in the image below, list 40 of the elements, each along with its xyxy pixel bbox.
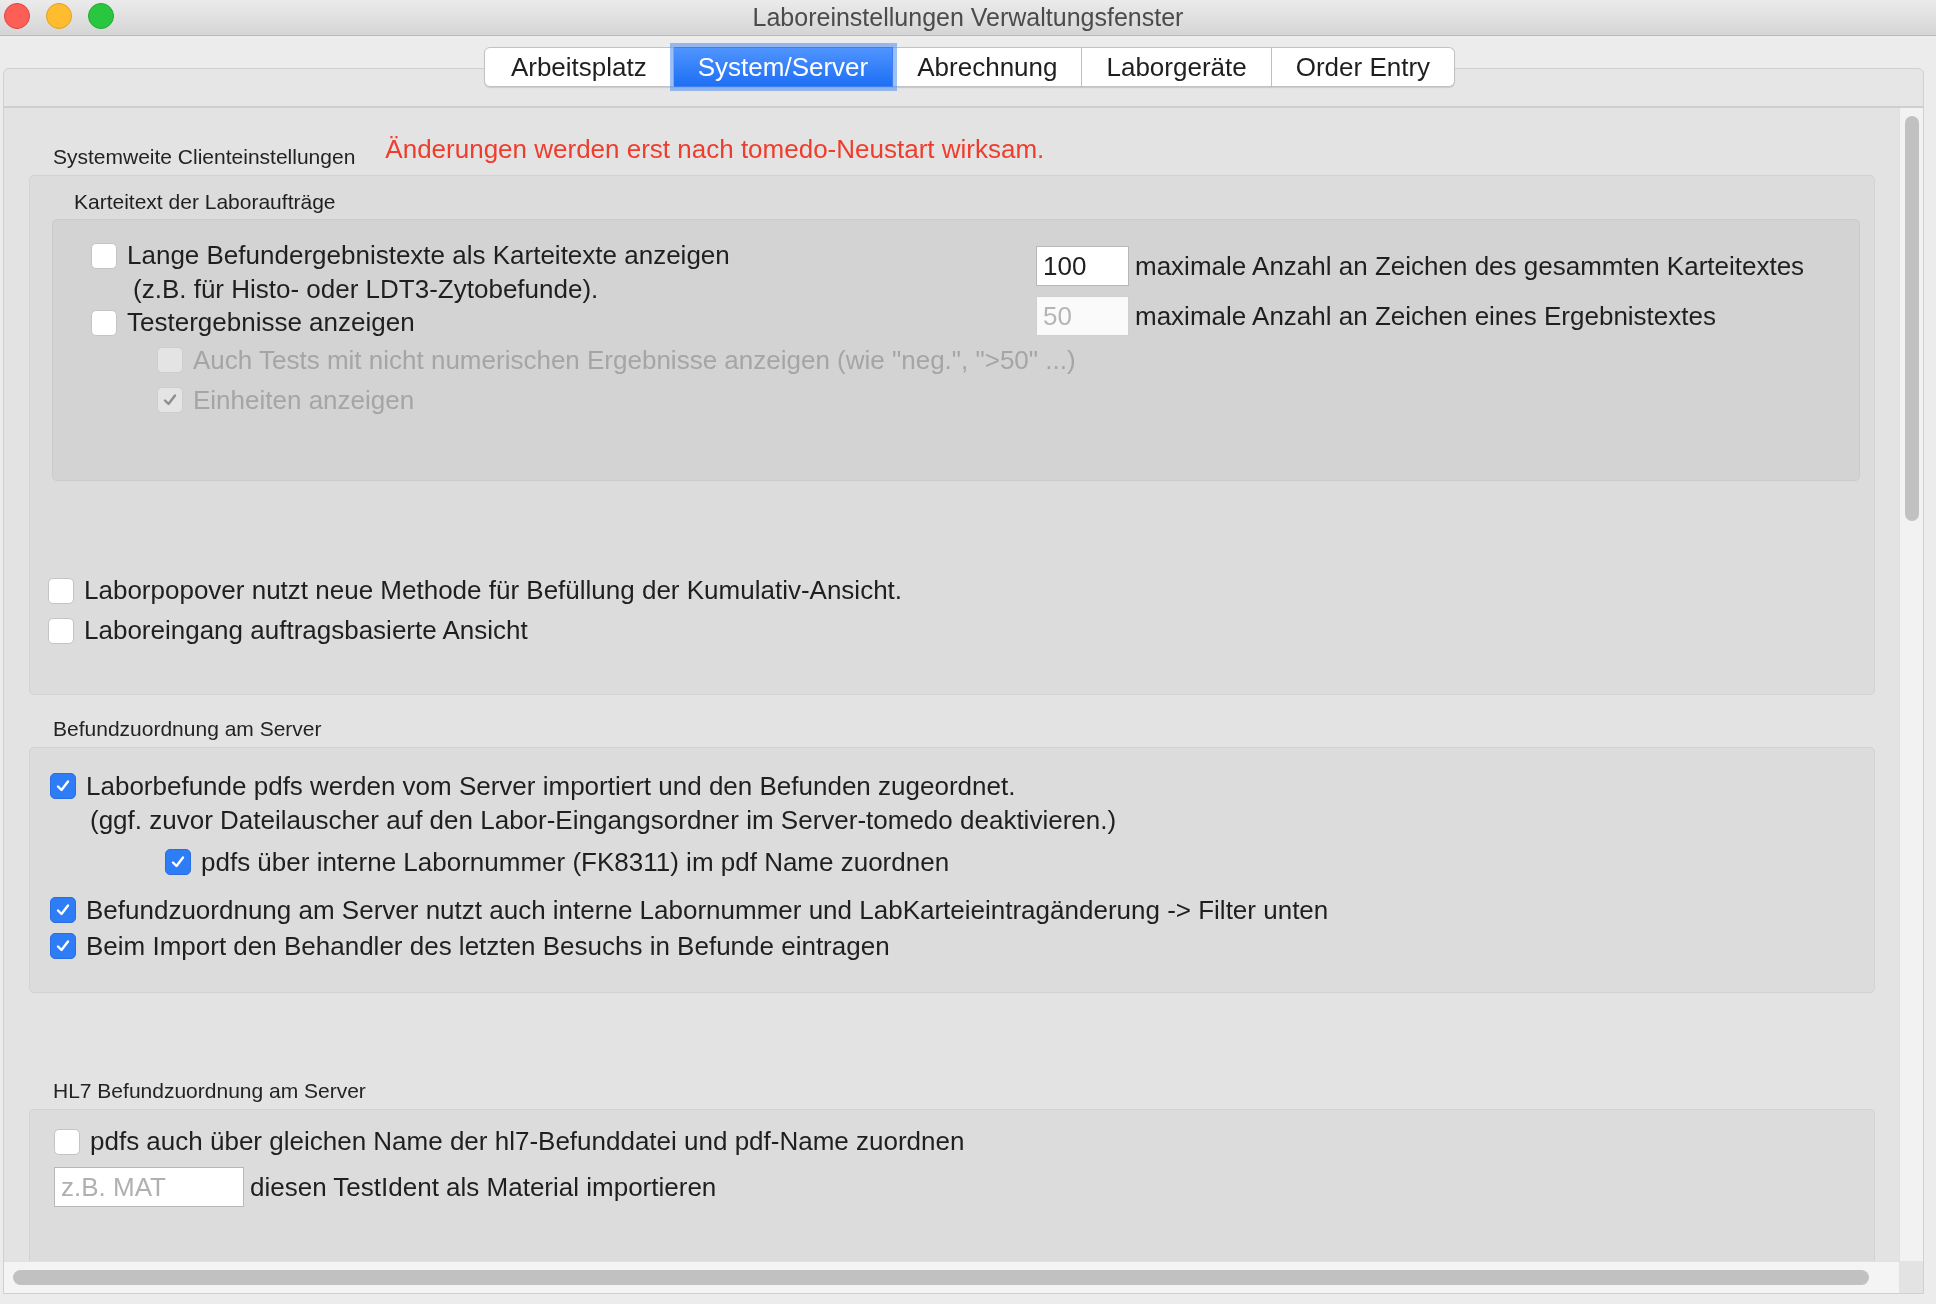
checkbox[interactable] bbox=[165, 849, 191, 875]
checkbox[interactable] bbox=[48, 617, 74, 644]
checkbox-label: Lange Befundergebnistexte als Karteitexte anzeigen bbox=[127, 240, 730, 271]
vertical-scrollbar[interactable] bbox=[1899, 108, 1923, 1261]
checkbox-label: Befundzuordnung am Server nutzt auch interne Labornummer und LabKarteieintragänderung -> Filter unten bbox=[86, 894, 1329, 926]
checkbox[interactable] bbox=[91, 242, 117, 269]
checkbox[interactable] bbox=[91, 309, 117, 336]
checkbox[interactable] bbox=[50, 897, 76, 923]
section-title: HL7 Befundzuordnung am Server bbox=[52, 1079, 367, 1103]
horizontal-scrollbar[interactable] bbox=[4, 1261, 1899, 1293]
checkbox-label: Laboreingang auftragsbasierte Ansicht bbox=[84, 615, 528, 646]
window-title: Laboreinstellungen Verwaltungsfenster bbox=[752, 3, 1184, 32]
checkbox-label: Beim Import den Behandler des letzten Besuchs in Befunde eintragen bbox=[86, 930, 890, 962]
scrollbar-thumb[interactable] bbox=[13, 1270, 1869, 1285]
section-title: Systemweite Clienteinstellungen bbox=[53, 145, 356, 169]
field-label: diesen TestIdent als Material importieren bbox=[250, 1171, 717, 1203]
checkbox[interactable] bbox=[48, 577, 74, 604]
checkbox-label: pdfs über interne Labornummer (FK8311) im pdf Name zuordnen bbox=[201, 846, 950, 878]
option-note: (z.B. für Histo- oder LDT3-Zytobefunde). bbox=[132, 273, 600, 305]
field-label: maximale Anzahl an Zeichen eines Ergebnistextes bbox=[1135, 300, 1716, 332]
checkbox[interactable] bbox=[50, 773, 76, 799]
scrollbar-thumb[interactable] bbox=[1905, 116, 1919, 521]
option-note: (ggf. zuvor Dateilauscher auf den Labor-Eingangsordner im Server-tomedo deaktivieren.) bbox=[89, 804, 1118, 836]
field-label: maximale Anzahl an Zeichen des gesammten Karteitextes bbox=[1135, 250, 1805, 282]
checkbox-label: Testergebnisse anzeigen bbox=[127, 307, 415, 338]
minimize-button[interactable] bbox=[46, 3, 72, 29]
checkbox-label: Laborbefunde pdfs werden vom Server importiert und den Befunden zugeordnet. bbox=[86, 770, 1016, 802]
tab[interactable]: Laborgeräte bbox=[1082, 47, 1272, 87]
checkbox-label: Laborpopover nutzt neue Methode für Befüllung der Kumulativ-Ansicht. bbox=[84, 575, 903, 606]
zoom-button[interactable] bbox=[88, 3, 114, 29]
checkbox[interactable] bbox=[54, 1128, 80, 1155]
number-field[interactable]: 100 bbox=[1036, 246, 1129, 286]
material-field[interactable]: z.B. MAT bbox=[54, 1167, 244, 1207]
checkbox-label: pdfs auch über gleichen Name der hl7-Befunddatei und pdf-Name zuordnen bbox=[90, 1126, 965, 1157]
checkbox[interactable] bbox=[50, 933, 76, 959]
section-title: Befundzuordnung am Server bbox=[52, 717, 323, 741]
tab[interactable]: Order Entry bbox=[1271, 47, 1456, 87]
group-title: Karteitext der Laboraufträge bbox=[73, 190, 337, 214]
close-button[interactable] bbox=[4, 3, 30, 29]
warning-text: Änderungen werden erst nach tomedo-Neustart wirksam. bbox=[385, 134, 1045, 165]
